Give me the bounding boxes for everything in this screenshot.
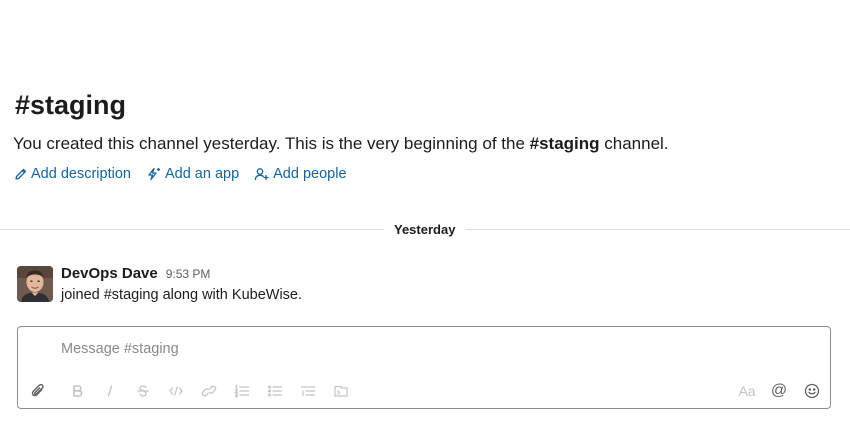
smiley-icon (804, 383, 820, 399)
message-header: DevOps Dave 9:53 PM (61, 265, 210, 282)
add-description-label: Add description (31, 166, 131, 182)
italic-button[interactable] (100, 381, 120, 401)
channel-intro-suffix: channel. (599, 134, 669, 153)
bulleted-list-button[interactable] (265, 381, 285, 401)
channel-actions: Add description Add an app Add people (14, 164, 362, 184)
add-app-button[interactable]: Add an app (146, 164, 239, 184)
message-item: DevOps Dave 9:53 PM joined #staging alon… (17, 265, 817, 305)
strikethrough-icon (136, 385, 150, 397)
code-block-button[interactable] (331, 381, 351, 401)
formatting-toggle-button[interactable]: Aa (736, 381, 758, 401)
blockquote-icon (300, 386, 316, 397)
avatar[interactable] (17, 266, 53, 302)
sender-name[interactable]: DevOps Dave (61, 265, 158, 282)
code-icon (169, 386, 183, 396)
add-people-button[interactable]: Add people (254, 164, 347, 184)
blockquote-button[interactable] (298, 381, 318, 401)
emoji-button[interactable] (802, 381, 822, 401)
pencil-icon (15, 168, 27, 180)
channel-intro-channel[interactable]: #staging (530, 134, 600, 153)
bold-icon (73, 385, 83, 397)
link-button[interactable] (199, 381, 219, 401)
add-description-button[interactable]: Add description (14, 164, 131, 184)
message-timestamp[interactable]: 9:53 PM (166, 267, 211, 281)
ordered-list-button[interactable] (232, 381, 252, 401)
channel-intro-prefix: You created this channel yesterday. This… (13, 134, 530, 153)
sparkle-bolt-icon (148, 167, 160, 181)
mention-label: @ (770, 382, 788, 399)
day-divider-label[interactable]: Yesterday (384, 219, 466, 241)
mention-button[interactable]: @ (769, 381, 789, 401)
add-app-label: Add an app (164, 166, 240, 182)
message-input[interactable] (61, 339, 761, 359)
channel-name: staging (30, 90, 127, 120)
channel-hash: # (15, 90, 31, 120)
message-text: joined #staging along with KubeWise. (61, 287, 303, 303)
numbered-list-icon (234, 384, 250, 398)
paperclip-icon (31, 383, 44, 397)
code-block-icon (334, 385, 348, 397)
message-composer: Aa @ (17, 326, 831, 409)
add-person-icon (254, 168, 269, 181)
strikethrough-button[interactable] (133, 381, 153, 401)
bold-button[interactable] (67, 381, 87, 401)
add-people-label: Add people (273, 166, 347, 182)
channel-intro: You created this channel yesterday. This… (13, 132, 669, 156)
channel-title: #staging (15, 88, 126, 122)
formatting-toggle-label: Aa (738, 383, 756, 399)
avatar-image (17, 266, 53, 302)
link-icon (201, 385, 217, 397)
italic-icon (107, 385, 113, 397)
attach-button[interactable] (28, 381, 48, 401)
code-button[interactable] (166, 381, 186, 401)
bulleted-list-icon (268, 385, 283, 397)
